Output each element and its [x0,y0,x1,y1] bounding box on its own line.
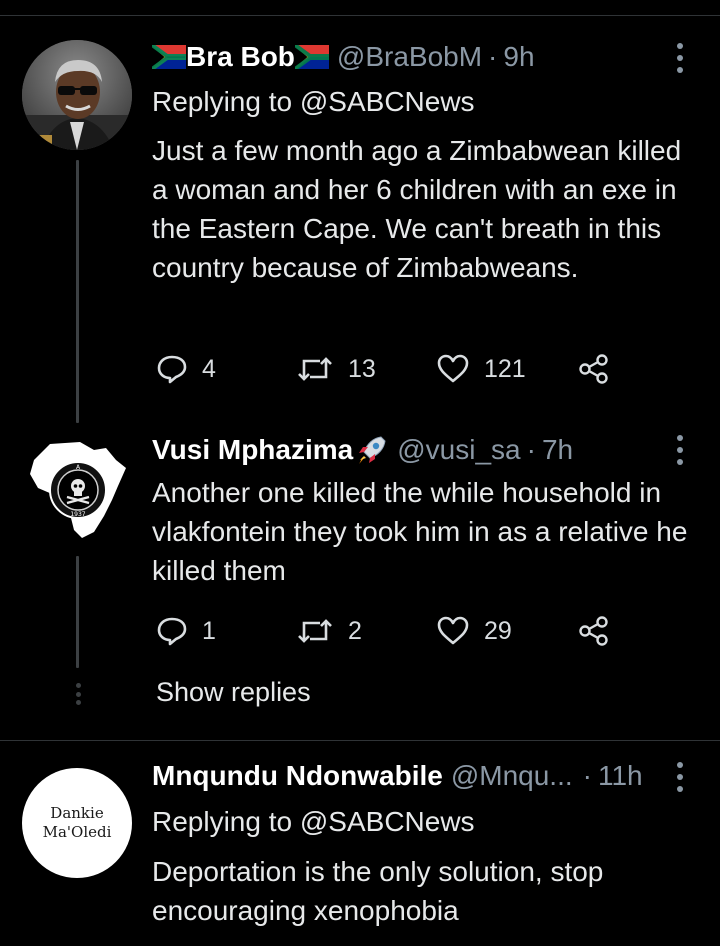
timestamp[interactable]: 11h [598,760,643,792]
tweet-divider [0,740,720,741]
timestamp[interactable]: 7h [542,434,573,466]
more-options-icon[interactable] [672,41,688,75]
share-icon [579,616,608,646]
retweet-icon [298,619,332,643]
top-divider [0,15,720,16]
heart-icon [437,354,469,383]
separator: · [582,760,592,791]
separator: · [488,41,498,72]
thread-line [76,556,79,668]
south-africa-flag-icon [152,45,186,69]
tweet-text: Another one killed the while household i… [152,477,688,586]
thread-continuation-dots [76,683,82,705]
thread-line [76,160,79,423]
reply-icon [157,617,187,646]
replying-to[interactable]: Replying to @SABCNews [152,86,475,118]
display-name[interactable]: Vusi Mphazima [152,434,353,466]
tweet-header: Mnqundu Ndonwabile @Mnqu... · 11h [152,756,643,796]
avatar[interactable] [22,40,132,150]
share-icon [579,354,608,384]
heart-icon [437,616,469,645]
tweet-text: Just a few month ago a Zimbabwean killed… [152,135,682,283]
replying-to[interactable]: Replying to @SABCNews [152,806,475,838]
more-options-icon[interactable] [672,760,688,794]
reply-count: 1 [202,616,216,645]
more-options-icon[interactable] [672,433,688,467]
retweet-button[interactable]: 13 [296,349,376,389]
tweet-header: Bra Bob @BraBobM · 9h [152,37,535,77]
reply-thread: Bra Bob @BraBobM · 9h Replying to @SABCN… [0,0,720,946]
badge-year: 1937 [70,511,85,518]
like-count: 121 [484,354,526,383]
handle[interactable]: @Mnqu... [451,760,573,792]
avatar-text-line2: Ma'Oledi [42,823,112,841]
show-replies-link[interactable]: Show replies [156,677,311,708]
reply-icon [157,355,187,384]
display-name[interactable]: Bra Bob [186,41,295,73]
like-button[interactable]: 29 [436,611,512,651]
display-name[interactable]: Mnqundu Ndonwabile [152,760,443,792]
person-with-sunglasses-avatar-icon [22,40,132,150]
share-button[interactable] [578,349,610,389]
retweet-button[interactable]: 2 [296,611,362,651]
handle[interactable]: @vusi_sa [397,434,520,466]
tweet-header: Vusi Mphazima @vusi_sa · 7h [152,430,573,470]
avatar[interactable]: A 1937 [22,434,132,544]
retweet-count: 2 [348,616,362,645]
south-africa-flag-icon [294,45,329,69]
tweet-text: Deportation is the only solution, stop e… [152,856,604,926]
timestamp[interactable]: 9h [503,41,534,73]
like-count: 29 [484,616,512,645]
separator: · [526,434,536,465]
avatar[interactable]: Dankie Ma'Oledi [22,768,132,878]
handle[interactable]: @BraBobM [337,41,482,73]
share-button[interactable] [578,611,610,651]
reply-button[interactable]: 1 [156,611,216,651]
tweet-actions: 1 2 29 [152,611,622,651]
avatar-text-line1: Dankie [50,804,104,822]
rocket-emoji-icon [359,436,386,464]
reply-count: 4 [202,354,216,383]
reply-button[interactable]: 4 [156,349,216,389]
tweet-actions: 4 13 121 [152,349,622,389]
africa-map-club-badge-avatar-icon: A 1937 [30,442,126,538]
retweet-icon [298,357,332,381]
like-button[interactable]: 121 [436,349,526,389]
retweet-count: 13 [348,354,376,383]
